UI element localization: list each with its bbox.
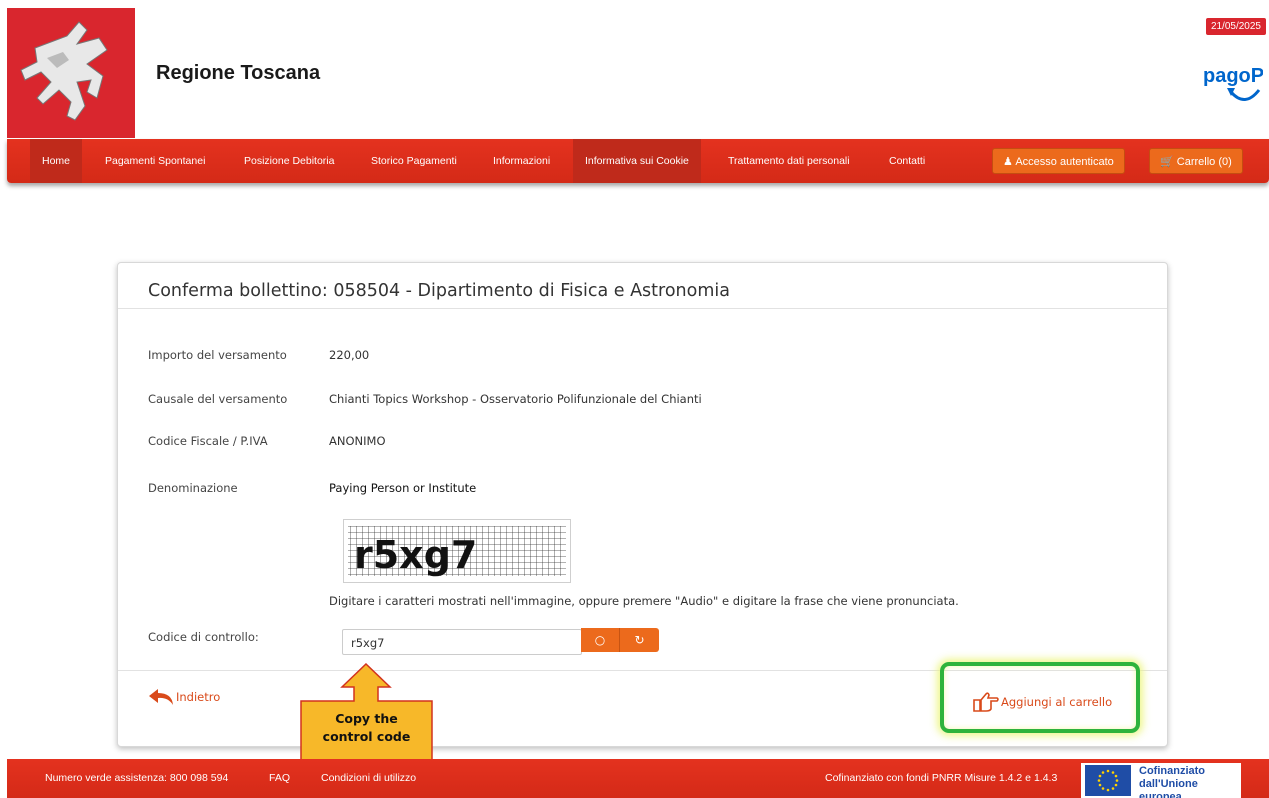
callout-line-2: control code xyxy=(322,729,411,744)
refresh-captcha-button[interactable]: ↻ xyxy=(620,628,659,652)
back-arrow-icon xyxy=(149,689,173,705)
eu-text: Cofinanziato dall'Unione europea xyxy=(1139,765,1241,798)
captcha-hint: Digitare i caratteri mostrati nell'immag… xyxy=(329,594,959,608)
page-title: Conferma bollettino: 058504 - Dipartimen… xyxy=(148,281,730,301)
nav-trattamento-dati[interactable]: Trattamento dati personali xyxy=(716,139,862,183)
nav-home[interactable]: Home xyxy=(30,139,83,183)
nav-posizione-debitoria[interactable]: Posizione Debitoria xyxy=(232,139,346,183)
user-icon: ♟ xyxy=(1003,156,1013,168)
captcha-text: r5xg7 xyxy=(354,533,477,577)
regione-toscana-logo[interactable] xyxy=(7,8,135,138)
callout-text: Copy the control code xyxy=(300,710,433,746)
terms-link[interactable]: Condizioni di utilizzo xyxy=(321,759,416,798)
callout-line-1: Copy the xyxy=(335,711,398,726)
nav-storico-pagamenti[interactable]: Storico Pagamenti xyxy=(359,139,469,183)
nav-informativa-cookie[interactable]: Informativa sui Cookie xyxy=(573,139,701,183)
back-link-label: Indietro xyxy=(176,690,221,704)
control-code-label: Codice di controllo: xyxy=(148,630,259,644)
tax-code-value: ANONIMO xyxy=(329,434,386,448)
control-code-input[interactable]: r5xg7 xyxy=(342,629,582,655)
nav-informazioni[interactable]: Informazioni xyxy=(481,139,562,183)
captcha-buttons: ○ ↻ xyxy=(581,628,659,652)
cart-icon: 🛒 xyxy=(1160,156,1174,168)
eu-cofunding-logo: Cofinanziato dall'Unione europea xyxy=(1081,763,1241,798)
captcha-image: r5xg7 xyxy=(343,519,571,583)
helpline-text: Numero verde assistenza: 800 098 594 xyxy=(45,772,229,784)
amount-label: Importo del versamento xyxy=(148,348,287,362)
nav-contatti[interactable]: Contatti xyxy=(877,139,937,183)
pegasus-icon xyxy=(20,21,108,121)
eu-text-line-1: Cofinanziato xyxy=(1139,765,1205,777)
refresh-icon: ↻ xyxy=(634,633,645,647)
add-to-cart-highlight xyxy=(940,662,1140,733)
title-divider xyxy=(118,308,1167,309)
back-link[interactable]: Indietro xyxy=(148,688,220,706)
brand-name: Regione Toscana xyxy=(156,62,321,84)
amount-value: 220,00 xyxy=(329,348,370,362)
reason-label: Causale del versamento xyxy=(148,392,288,406)
audio-button[interactable]: ○ xyxy=(581,628,620,652)
login-button-label: Accesso autenticato xyxy=(1015,156,1114,168)
eu-text-line-2: dall'Unione europea xyxy=(1139,778,1198,798)
nav-pagamenti-spontanei[interactable]: Pagamenti Spontanei xyxy=(93,139,217,183)
headphones-icon: ○ xyxy=(594,633,606,647)
footer-bar: Numero verde assistenza: 800 098 594 FAQ… xyxy=(7,759,1269,798)
faq-link[interactable]: FAQ xyxy=(269,759,290,798)
login-button[interactable]: ♟ Accesso autenticato xyxy=(992,148,1125,174)
cart-button[interactable]: 🛒 Carrello (0) xyxy=(1149,148,1243,174)
pagopa-logo: pagoPA xyxy=(1201,58,1269,110)
name-value: Paying Person or Institute xyxy=(329,481,477,495)
funding-text: Cofinanziato con fondi PNRR Misure 1.4.2… xyxy=(825,772,1058,784)
reason-value: Chianti Topics Workshop - Osservatorio P… xyxy=(329,392,702,406)
name-label: Denominazione xyxy=(148,481,238,495)
tax-code-label: Codice Fiscale / P.IVA xyxy=(148,434,268,448)
date-badge: 21/05/2025 xyxy=(1205,18,1266,35)
cart-button-label: Carrello (0) xyxy=(1176,156,1232,168)
eu-flag-icon xyxy=(1085,765,1131,796)
pagopa-logo-text: pagoPA xyxy=(1203,65,1263,87)
main-navbar: Home Pagamenti Spontanei Posizione Debit… xyxy=(7,139,1269,183)
